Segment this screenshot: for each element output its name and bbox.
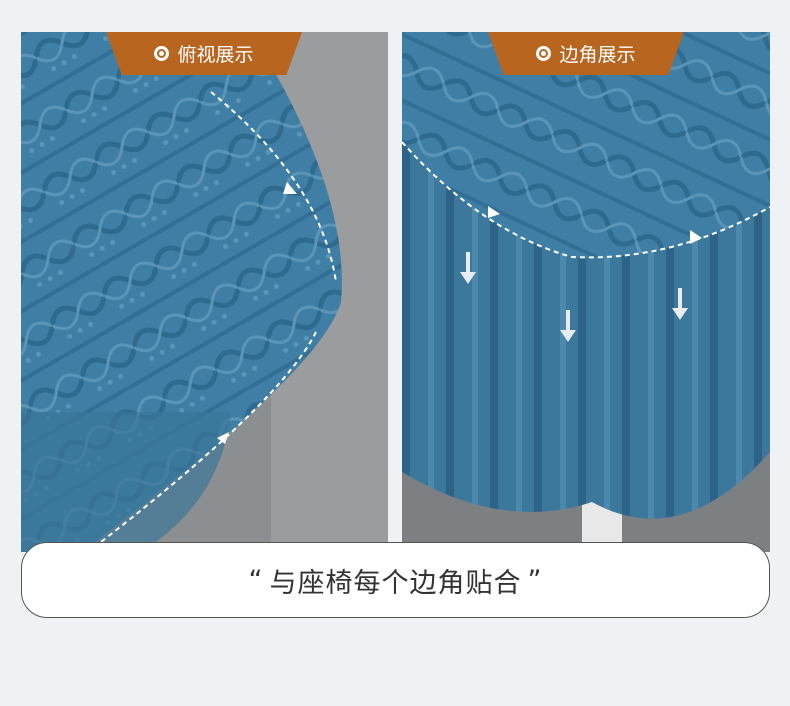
open-quote: “ [248,564,264,596]
top-view-photo [21,32,388,552]
corner-view-photo [402,32,770,552]
close-quote: ” [527,564,543,596]
caption-box: “ 与座椅每个边角贴合 ” [21,542,770,618]
caption-text: 与座椅每个边角贴合 [269,567,522,599]
panel-tag-top-view: 俯视展示 [106,32,302,75]
ring-dot-icon [536,46,552,61]
panel-label: 边角展示 [559,44,636,66]
ring-dot-icon [154,46,170,61]
panel-tag-corner-view: 边角展示 [488,32,684,75]
panel-label: 俯视展示 [177,44,254,66]
